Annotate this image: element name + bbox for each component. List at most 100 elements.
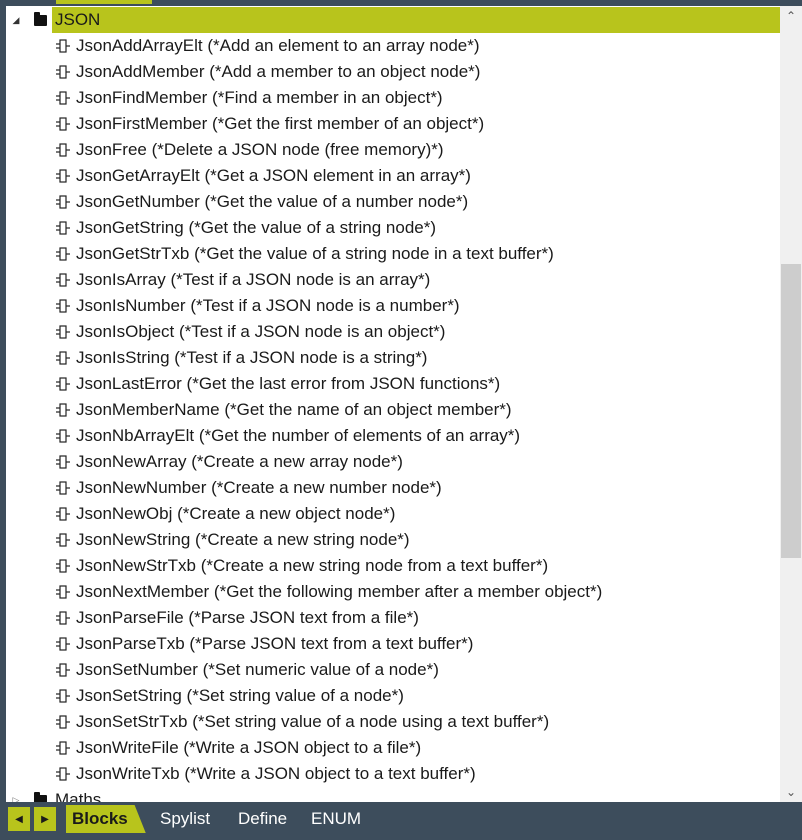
tree-item-label: JsonNewNumber (*Create a new number node… bbox=[76, 478, 442, 497]
function-block-icon bbox=[56, 741, 70, 755]
tree-item[interactable]: JsonFirstMember (*Get the first member o… bbox=[6, 111, 780, 137]
tab-enum[interactable]: ENUM bbox=[305, 805, 367, 833]
tree-category-maths[interactable]: ▷ Maths bbox=[6, 787, 780, 802]
tree-item-label: JsonNbArrayElt (*Get the number of eleme… bbox=[76, 426, 521, 445]
tree-item-label: JsonAddArrayElt (*Add an element to an a… bbox=[76, 36, 480, 55]
tree-item-label: JsonLastError (*Get the last error from … bbox=[76, 374, 501, 393]
tree-item[interactable]: JsonSetStrTxb (*Set string value of a no… bbox=[6, 709, 780, 735]
tree-item[interactable]: JsonGetNumber (*Get the value of a numbe… bbox=[6, 189, 780, 215]
function-block-icon bbox=[56, 611, 70, 625]
function-block-icon bbox=[56, 325, 70, 339]
tree-item-label: JsonIsArray (*Test if a JSON node is an … bbox=[76, 270, 431, 289]
tree-item-label: JsonIsObject (*Test if a JSON node is an… bbox=[76, 322, 446, 341]
tree-item[interactable]: JsonIsString (*Test if a JSON node is a … bbox=[6, 345, 780, 371]
tree-item[interactable]: JsonNewString (*Create a new string node… bbox=[6, 527, 780, 553]
function-block-icon bbox=[56, 481, 70, 495]
tree-item[interactable]: JsonNewNumber (*Create a new number node… bbox=[6, 475, 780, 501]
function-block-icon bbox=[56, 273, 70, 287]
vertical-scrollbar[interactable]: ⌃ ⌄ bbox=[780, 6, 802, 802]
tree-item-label: JsonIsNumber (*Test if a JSON node is a … bbox=[76, 296, 460, 315]
tab-blocks[interactable]: Blocks bbox=[66, 805, 146, 833]
tree-item-label: JsonMemberName (*Get the name of an obje… bbox=[76, 400, 512, 419]
tree-item-label: JsonNewString (*Create a new string node… bbox=[76, 530, 410, 549]
expand-arrow-icon[interactable]: ▷ bbox=[10, 794, 22, 803]
function-block-icon bbox=[56, 689, 70, 703]
tree-item-label: JsonFindMember (*Find a member in an obj… bbox=[76, 88, 443, 107]
tree-item[interactable]: JsonParseFile (*Parse JSON text from a f… bbox=[6, 605, 780, 631]
function-block-icon bbox=[56, 299, 70, 313]
tree-item[interactable]: JsonWriteFile (*Write a JSON object to a… bbox=[6, 735, 780, 761]
tree-item[interactable]: JsonSetNumber (*Set numeric value of a n… bbox=[6, 657, 780, 683]
tab-define[interactable]: Define bbox=[232, 805, 293, 833]
tree-category-json[interactable]: ◢ JSON bbox=[6, 7, 780, 33]
tab-scroll-right-icon[interactable]: ▶ bbox=[34, 807, 56, 831]
scrollbar-thumb[interactable] bbox=[781, 264, 801, 558]
function-block-icon bbox=[56, 559, 70, 573]
tree-item-label: JsonSetString (*Set string value of a no… bbox=[76, 686, 404, 705]
function-block-icon bbox=[56, 169, 70, 183]
tree-item[interactable]: JsonWriteTxb (*Write a JSON object to a … bbox=[6, 761, 780, 787]
function-block-icon bbox=[56, 637, 70, 651]
function-block-icon bbox=[56, 585, 70, 599]
tree-item[interactable]: JsonGetStrTxb (*Get the value of a strin… bbox=[6, 241, 780, 267]
tree-item[interactable]: JsonParseTxb (*Parse JSON text from a te… bbox=[6, 631, 780, 657]
tree-item[interactable]: JsonNewStrTxb (*Create a new string node… bbox=[6, 553, 780, 579]
folder-icon bbox=[34, 11, 47, 26]
function-block-icon bbox=[56, 247, 70, 261]
scroll-up-icon[interactable]: ⌃ bbox=[780, 6, 802, 26]
function-block-icon bbox=[56, 533, 70, 547]
tree-item[interactable]: JsonMemberName (*Get the name of an obje… bbox=[6, 397, 780, 423]
tree-item[interactable]: JsonNextMember (*Get the following membe… bbox=[6, 579, 780, 605]
tree-item-label: JsonGetNumber (*Get the value of a numbe… bbox=[76, 192, 469, 211]
function-block-icon bbox=[56, 767, 70, 781]
folder-icon bbox=[34, 791, 47, 802]
tree-item[interactable]: JsonLastError (*Get the last error from … bbox=[6, 371, 780, 397]
tree-item[interactable]: JsonSetString (*Set string value of a no… bbox=[6, 683, 780, 709]
function-block-icon bbox=[56, 403, 70, 417]
tree-item-label: JsonGetArrayElt (*Get a JSON element in … bbox=[76, 166, 471, 185]
tree-item[interactable]: JsonFindMember (*Find a member in an obj… bbox=[6, 85, 780, 111]
tree-item[interactable]: JsonNewObj (*Create a new object node*) bbox=[6, 501, 780, 527]
tree-item-label: JsonGetStrTxb (*Get the value of a strin… bbox=[76, 244, 554, 263]
function-block-icon bbox=[56, 351, 70, 365]
tree-item-label: JsonParseFile (*Parse JSON text from a f… bbox=[76, 608, 419, 627]
top-tab-indicator bbox=[56, 0, 152, 4]
function-block-icon bbox=[56, 65, 70, 79]
tree-category-label: JSON bbox=[55, 10, 101, 29]
tree-item[interactable]: JsonNewArray (*Create a new array node*) bbox=[6, 449, 780, 475]
tree-item-label: JsonFree (*Delete a JSON node (free memo… bbox=[76, 140, 444, 159]
tree-item[interactable]: JsonIsObject (*Test if a JSON node is an… bbox=[6, 319, 780, 345]
function-block-icon bbox=[56, 117, 70, 131]
selection-highlight bbox=[52, 7, 780, 33]
function-block-icon bbox=[56, 377, 70, 391]
tree-item[interactable]: JsonFree (*Delete a JSON node (free memo… bbox=[6, 137, 780, 163]
function-block-icon bbox=[56, 663, 70, 677]
function-block-icon bbox=[56, 195, 70, 209]
tab-scroll-left-icon[interactable]: ◀ bbox=[8, 807, 30, 831]
tree-item[interactable]: JsonNbArrayElt (*Get the number of eleme… bbox=[6, 423, 780, 449]
tree-item-label: JsonFirstMember (*Get the first member o… bbox=[76, 114, 485, 133]
tree-item[interactable]: JsonIsNumber (*Test if a JSON node is a … bbox=[6, 293, 780, 319]
tree-item-label: JsonWriteFile (*Write a JSON object to a… bbox=[76, 738, 422, 757]
block-tree: ◢ JSON JsonAddArrayElt (*Add an element … bbox=[6, 6, 780, 802]
function-block-icon bbox=[56, 455, 70, 469]
function-block-icon bbox=[56, 39, 70, 53]
tree-item-label: JsonParseTxb (*Parse JSON text from a te… bbox=[76, 634, 474, 653]
function-block-icon bbox=[56, 507, 70, 521]
tree-item-label: JsonIsString (*Test if a JSON node is a … bbox=[76, 348, 428, 367]
function-block-icon bbox=[56, 429, 70, 443]
collapse-arrow-icon[interactable]: ◢ bbox=[10, 14, 22, 26]
tree-item-label: JsonAddMember (*Add a member to an objec… bbox=[76, 62, 481, 81]
tree-item-label: JsonNewObj (*Create a new object node*) bbox=[76, 504, 396, 523]
tree-item[interactable]: JsonIsArray (*Test if a JSON node is an … bbox=[6, 267, 780, 293]
tree-item[interactable]: JsonAddArrayElt (*Add an element to an a… bbox=[6, 33, 780, 59]
tree-item[interactable]: JsonGetArrayElt (*Get a JSON element in … bbox=[6, 163, 780, 189]
tree-item[interactable]: JsonAddMember (*Add a member to an objec… bbox=[6, 59, 780, 85]
tree-item-label: JsonGetString (*Get the value of a strin… bbox=[76, 218, 437, 237]
tree-item-label: JsonWriteTxb (*Write a JSON object to a … bbox=[76, 764, 476, 783]
function-block-icon bbox=[56, 715, 70, 729]
tree-item[interactable]: JsonGetString (*Get the value of a strin… bbox=[6, 215, 780, 241]
scroll-down-icon[interactable]: ⌄ bbox=[780, 782, 802, 802]
tree-item-label: JsonSetNumber (*Set numeric value of a n… bbox=[76, 660, 439, 679]
tab-spylist[interactable]: Spylist bbox=[154, 805, 216, 833]
